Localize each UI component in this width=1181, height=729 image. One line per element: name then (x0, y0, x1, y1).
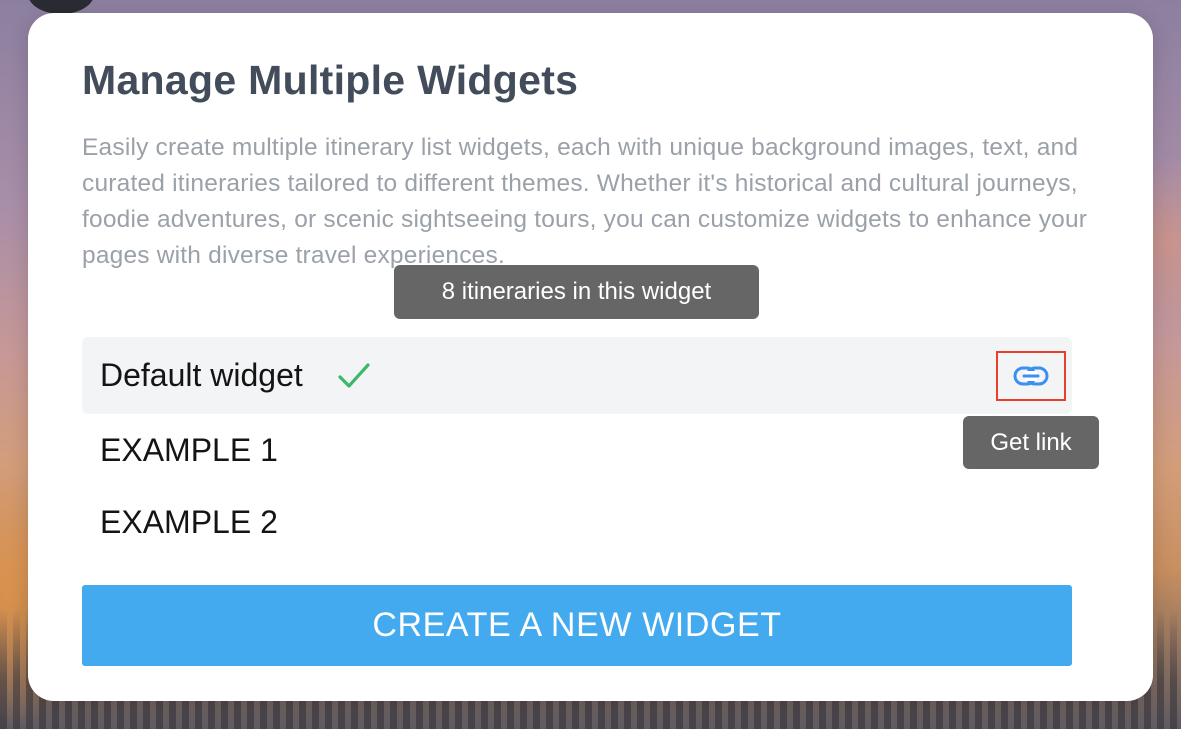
widget-item-example-1[interactable]: EXAMPLE 1 (82, 414, 1072, 486)
get-link-tooltip: Get link (963, 416, 1099, 469)
itineraries-count-tooltip: 8 itineraries in this widget (394, 265, 759, 319)
widget-item-label: Default widget (100, 357, 303, 393)
link-icon (1013, 366, 1049, 386)
create-widget-button[interactable]: CREATE A NEW WIDGET (82, 585, 1072, 666)
widget-item-example-2[interactable]: EXAMPLE 2 (82, 486, 1072, 558)
background-avatar (28, 0, 94, 14)
dialog-description: Easily create multiple itinerary list wi… (82, 134, 1088, 269)
widget-item-label: EXAMPLE 1 (100, 431, 278, 468)
manage-widgets-dialog: Manage Multiple Widgets Easily create mu… (28, 13, 1153, 701)
widget-item-label: EXAMPLE 2 (100, 503, 278, 540)
check-icon (337, 361, 371, 391)
widget-item-default[interactable]: Default widget (82, 337, 1072, 414)
get-link-button[interactable] (996, 351, 1066, 401)
widget-list: Default widget EXAMPLE 1 EXAMPLE 2 (82, 337, 1072, 558)
dialog-title: Manage Multiple Widgets (82, 57, 579, 103)
